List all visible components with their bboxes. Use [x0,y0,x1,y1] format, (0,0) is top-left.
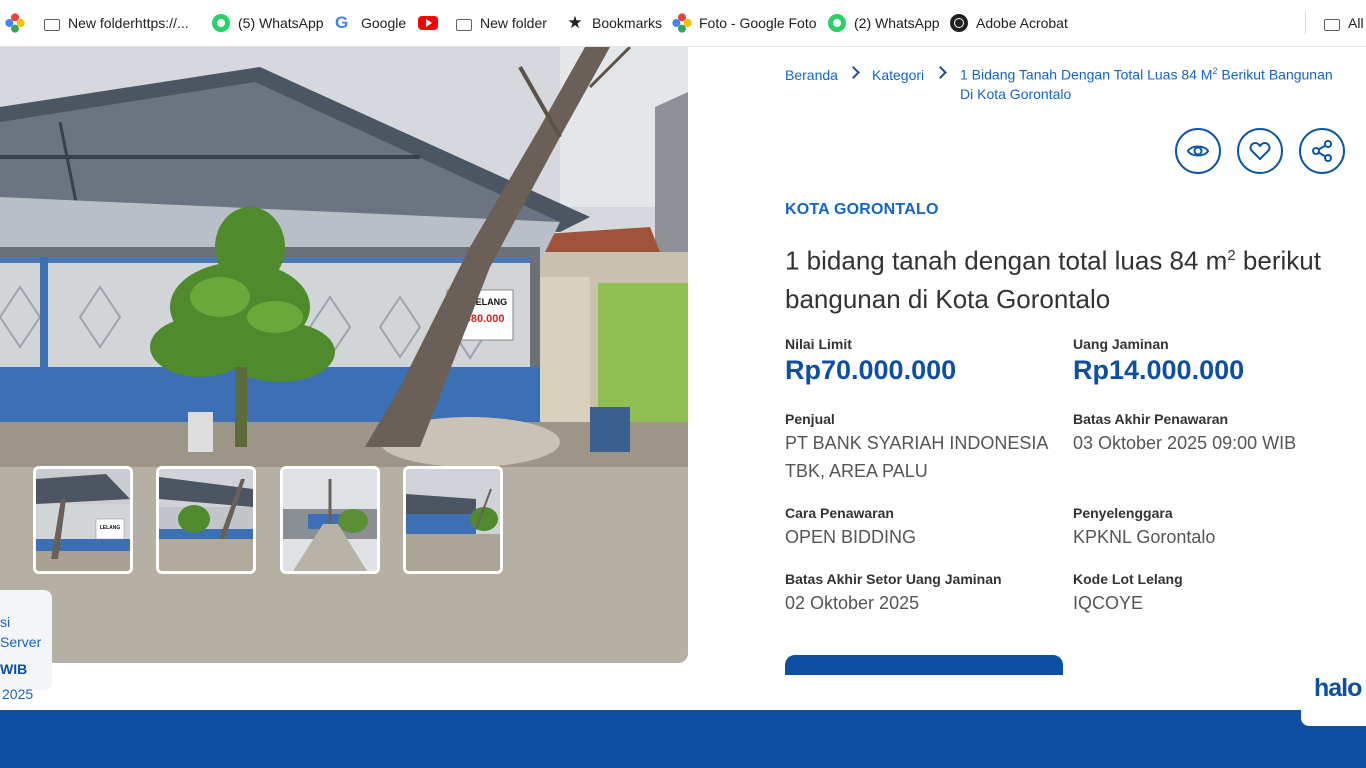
chevron-right-icon [934,66,947,79]
bookmark-label: Foto - Google Foto [699,15,817,31]
listing-title-line2: bangunan di Kota Gorontalo [785,283,1111,314]
bookmark-bookmarks[interactable]: ★ Bookmarks [566,12,662,34]
bookmark-label: (5) WhatsApp [238,15,324,31]
google-icon: G [335,13,349,32]
globe-icon [950,14,968,32]
uang-jaminan-value: Rp14.000.000 [1073,355,1245,385]
page-footer [0,710,1366,768]
bookmark-label: New folder [480,15,547,31]
uang-jaminan-label: Uang Jaminan [1073,336,1169,352]
photos-pinwheel-icon [669,10,694,35]
nilai-limit-label: Nilai Limit [785,336,852,352]
gallery-thumbnail[interactable] [280,466,380,574]
folder-icon [1324,18,1340,31]
listing-title-part2: berikut [1235,245,1321,276]
bookmark-new-folder[interactable]: New folder [456,12,547,34]
bookmarks-divider [1305,12,1306,34]
bookmark-youtube[interactable] [418,12,446,34]
penjual-value-line2: TBK, AREA PALU [785,461,928,481]
favorite-button[interactable] [1237,128,1283,174]
youtube-icon [418,16,438,30]
kode-lot-label: Kode Lot Lelang [1073,571,1183,587]
bookmark-label: (2) WhatsApp [854,15,940,31]
share-button[interactable] [1299,128,1345,174]
listing-title-sup: 2 [1227,247,1236,264]
bookmarks-bar: New folderhttps://... (5) WhatsApp G Goo… [0,0,1366,47]
view-button[interactable] [1175,128,1221,174]
bookmark-whatsapp-2[interactable]: (2) WhatsApp [828,12,940,34]
listing-title-part1: 1 bidang tanah dengan total luas 84 m [785,245,1228,276]
cara-penawaran-value: OPEN BIDDING [785,527,917,547]
side-info-line4: 2025 [2,686,34,702]
listing-title: 1 bidang tanah dengan total luas 84 m2 b… [785,237,1321,318]
penyelenggara-value: KPKNL Gorontalo [1073,527,1216,547]
bookmark-label: Bookmarks [592,15,663,31]
heart-icon [1249,142,1271,160]
side-info-line3: WIB [0,661,28,677]
penjual-value-line1: PT BANK SYARIAH INDONESIA [785,433,1049,453]
photos-pinwheel-icon [2,10,27,35]
bookmark-photos[interactable] [5,12,32,34]
bookmark-label: Google [361,15,407,31]
side-info-line2: Server [0,634,42,650]
bookmark-google-foto[interactable]: Foto - Google Foto [672,12,817,34]
breadcrumb-category[interactable]: Kategori [872,67,924,83]
breadcrumb-current-text: 1 Bidang Tanah Dengan Total Luas 84 M [960,66,1213,83]
gallery-thumbnail[interactable] [156,466,256,574]
setor-jaminan-label: Batas Akhir Setor Uang Jaminan [785,571,1002,587]
share-icon [1312,140,1332,162]
eye-icon [1186,145,1210,157]
whatsapp-icon [212,14,230,32]
whatsapp-icon [828,14,846,32]
bookmark-new-folder-url[interactable]: New folderhttps://... [44,12,189,34]
bookmark-label: Adobe Acrobat [976,15,1068,31]
setor-jaminan-value: 02 Oktober 2025 [785,593,920,613]
breadcrumb-current: 1 Bidang Tanah Dengan Total Luas 84 M2 B… [960,66,1333,83]
breadcrumb-home[interactable]: Beranda [785,67,838,83]
kode-lot-value: IQCOYE [1073,593,1144,613]
penyelenggara-label: Penyelenggara [1073,505,1173,521]
bookmark-google[interactable]: G Google [335,12,406,34]
gallery-thumbnail[interactable]: LELANG [33,466,133,574]
cara-penawaran-label: Cara Penawaran [785,505,894,521]
folder-icon [456,18,472,31]
halo-logo: halo [1314,674,1362,702]
bookmark-label: New folderhttps://... [68,15,189,31]
nilai-limit-value: Rp70.000.000 [785,355,957,385]
bookmark-label: All [1348,15,1364,31]
star-icon: ★ [567,13,583,32]
bookmark-whatsapp-5[interactable]: (5) WhatsApp [212,12,324,34]
batas-penawaran-label: Batas Akhir Penawaran [1073,411,1229,427]
gallery-thumbnail[interactable] [403,466,503,574]
bookmark-all[interactable]: All [1324,12,1364,34]
bookmark-adobe-acrobat[interactable]: Adobe Acrobat [950,12,1068,34]
primary-action-button[interactable] [785,655,1063,675]
side-info-line1: si [0,614,11,630]
breadcrumb-current-text-2: Berikut Bangunan [1217,66,1333,83]
folder-icon [44,18,60,31]
breadcrumb-current-line2: Di Kota Gorontalo [960,86,1072,102]
penjual-label: Penjual [785,411,835,427]
chevron-right-icon [847,66,860,79]
batas-penawaran-value: 03 Oktober 2025 09:00 WIB [1073,433,1297,453]
thumb-sign: LELANG [100,525,121,531]
location-label: KOTA GORONTALO [785,201,939,218]
